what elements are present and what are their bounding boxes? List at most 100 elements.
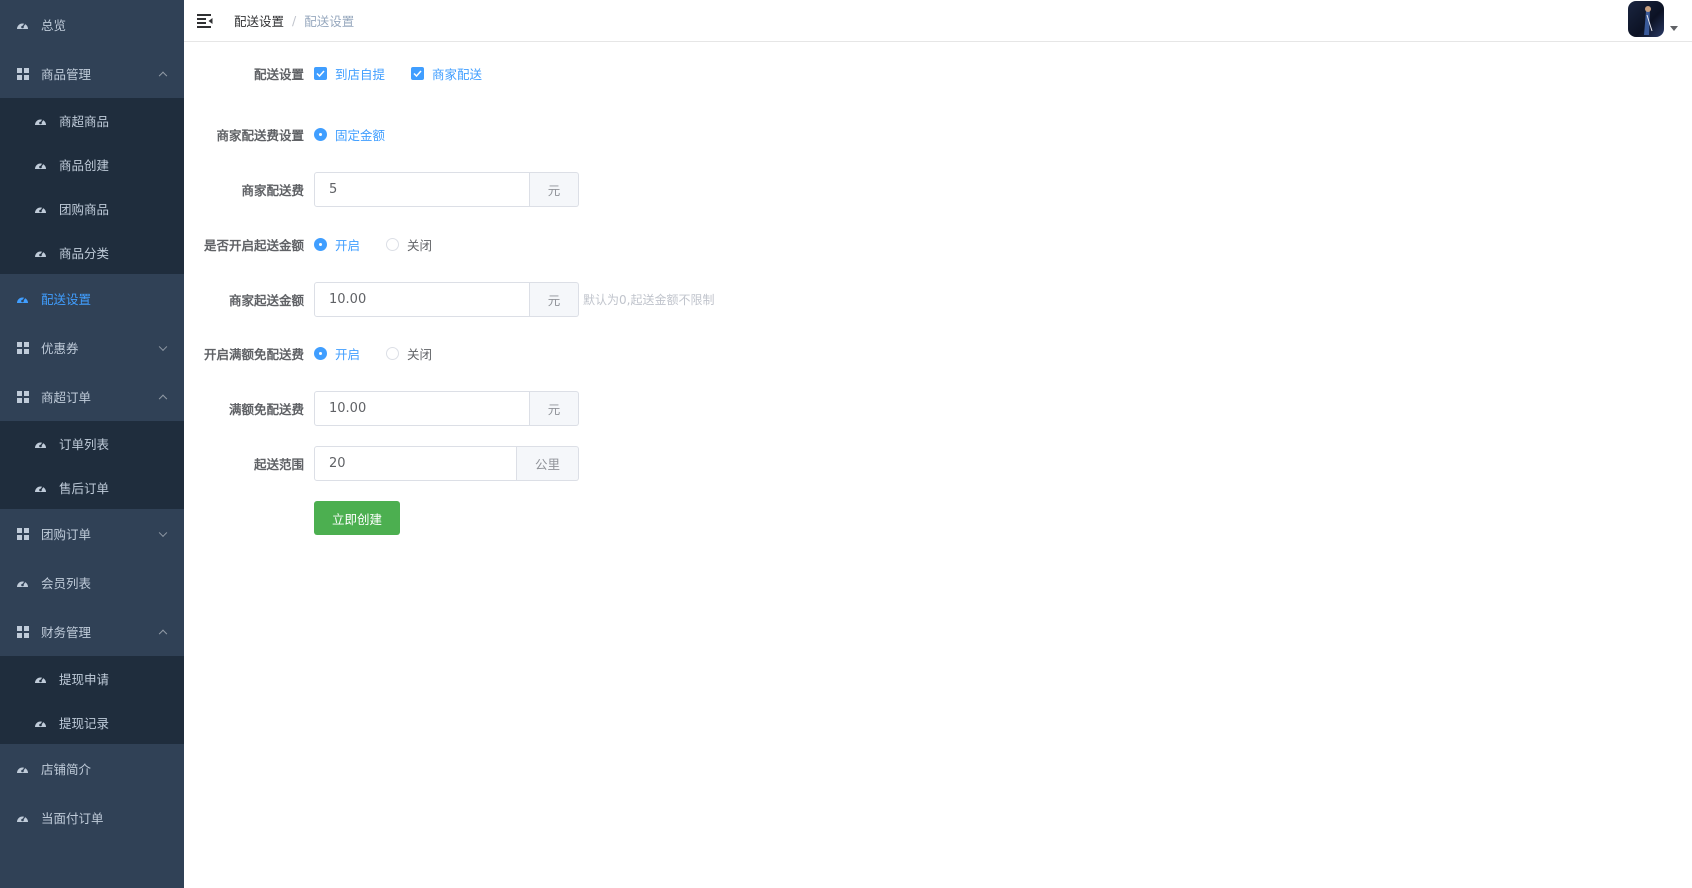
range-input[interactable] (314, 446, 517, 481)
grid-icon (16, 67, 29, 80)
radio-min-on[interactable]: 开启 (314, 235, 360, 254)
check-icon (314, 66, 327, 80)
dashboard-icon (34, 114, 47, 127)
radio-free-on[interactable]: 开启 (314, 344, 360, 363)
radio-dot (314, 346, 327, 360)
sidebar-item-group-orders[interactable]: 团购订单 (0, 509, 184, 558)
radio-fixed-amount[interactable]: 固定金额 (314, 125, 385, 144)
delivery-fee-input[interactable] (314, 172, 530, 207)
sidebar-item-order-list[interactable]: 订单列表 (0, 421, 184, 465)
sidebar-item-overview[interactable]: 总览 (0, 0, 184, 49)
radio-free-off[interactable]: 关闭 (386, 344, 432, 363)
input-unit: 元 (530, 172, 579, 207)
dashboard-icon (34, 672, 47, 685)
sidebar-item-after-sale[interactable]: 售后订单 (0, 465, 184, 509)
sidebar-item-shop-intro[interactable]: 店铺简介 (0, 744, 184, 793)
checkbox-label: 到店自提 (335, 66, 386, 82)
sidebar-item-goods[interactable]: 商品管理 (0, 49, 184, 98)
sidebar-item-label: 总览 (41, 18, 67, 33)
dashboard-icon (34, 246, 47, 259)
chevron-up-icon (158, 629, 168, 638)
grid-icon (16, 625, 29, 638)
breadcrumb-current: 配送设置 (304, 14, 355, 29)
grid-icon (16, 527, 29, 540)
radio-label: 开启 (335, 346, 361, 362)
sidebar-item-label: 提现申请 (59, 671, 110, 687)
sidebar-item-label: 会员列表 (41, 576, 92, 591)
radio-dot (386, 237, 400, 251)
radio-dot (314, 237, 327, 251)
navbar: 配送设置 / 配送设置 (184, 0, 1692, 42)
sidebar-item-withdraw-records[interactable]: 提现记录 (0, 700, 184, 744)
sidebar-item-label: 商超订单 (41, 390, 92, 405)
sidebar-item-label: 财务管理 (41, 625, 92, 640)
radio-min-off[interactable]: 关闭 (386, 235, 432, 254)
sidebar-item-group-goods[interactable]: 团购商品 (0, 186, 184, 230)
sidebar-item-label: 售后订单 (59, 480, 110, 496)
check-icon (411, 66, 425, 80)
field-label: 商家配送费设置 (216, 127, 304, 143)
submenu-goods: 商超商品 商品创建 团购商品 商品分类 (0, 98, 184, 274)
field-hint: 默认为0,起送金额不限制 (583, 293, 715, 307)
sidebar-item-face-pay[interactable]: 当面付订单 (0, 793, 184, 842)
sidebar-item-label: 商品创建 (59, 157, 110, 173)
breadcrumb: 配送设置 / 配送设置 (234, 11, 354, 30)
menu-fold-icon[interactable] (197, 13, 214, 28)
input-unit: 公里 (517, 446, 579, 481)
breadcrumb-item[interactable]: 配送设置 (234, 11, 284, 30)
fee-input-group: 元 (314, 172, 579, 207)
grid-icon (16, 390, 29, 403)
field-label: 起送范围 (253, 457, 304, 472)
free-amount-input[interactable] (314, 391, 530, 426)
min-amount-input-group: 元 (314, 282, 579, 317)
sidebar-item-members[interactable]: 会员列表 (0, 558, 184, 607)
chevron-down-icon (158, 342, 168, 351)
sidebar: 总览 商品管理 商超商品 商品创建 团购商品 商品分类 配送设置 优惠券 商超订… (0, 0, 184, 888)
checkbox-self-pickup[interactable]: 到店自提 (314, 64, 385, 83)
radio-label: 固定金额 (335, 127, 386, 143)
dashboard-icon (34, 437, 47, 450)
checkbox-merchant-delivery[interactable]: 商家配送 (411, 64, 482, 83)
form-row-free-switch: 开启满额免配送费 开启 关闭 (184, 343, 458, 363)
field-label: 配送设置 (253, 66, 304, 82)
breadcrumb-separator: / (292, 13, 297, 28)
checkbox-label: 商家配送 (432, 66, 483, 82)
dashboard-icon (34, 158, 47, 171)
avatar[interactable] (1628, 1, 1664, 37)
sidebar-item-label: 商超商品 (59, 113, 110, 129)
chevron-down-icon (158, 528, 168, 537)
field-label: 开启满额免配送费 (203, 346, 304, 362)
dashboard-icon (34, 481, 47, 494)
sidebar-item-label: 团购商品 (59, 201, 110, 217)
caret-down-icon[interactable] (1670, 26, 1678, 31)
sidebar-item-label: 配送设置 (41, 292, 92, 307)
sidebar-item-goods-category[interactable]: 商品分类 (0, 230, 184, 274)
range-input-group: 公里 (314, 446, 579, 481)
sidebar-item-label: 当面付订单 (41, 811, 104, 826)
form-row-delivery-mode: 配送设置 到店自提 商家配送 (184, 63, 508, 83)
form-row-free-amount: 满额免配送费 元 (184, 391, 579, 426)
sidebar-item-label: 优惠券 (41, 341, 79, 356)
submit-button[interactable]: 立即创建 (314, 501, 400, 535)
form-row-fee-type: 商家配送费设置 固定金额 (184, 124, 411, 144)
sidebar-item-mall-orders[interactable]: 商超订单 (0, 372, 184, 421)
chevron-up-icon (158, 394, 168, 403)
sidebar-item-goods-create[interactable]: 商品创建 (0, 142, 184, 186)
form-row-min-switch: 是否开启起送金额 开启 关闭 (184, 234, 458, 254)
radio-label: 关闭 (407, 346, 433, 362)
radio-label: 关闭 (407, 237, 433, 253)
sidebar-item-delivery[interactable]: 配送设置 (0, 274, 184, 323)
sidebar-item-label: 商品管理 (41, 67, 92, 82)
field-label: 是否开启起送金额 (203, 237, 304, 253)
sidebar-item-label: 团购订单 (41, 527, 92, 542)
dashboard-icon (16, 18, 29, 31)
min-amount-input[interactable] (314, 282, 530, 317)
form-row-min-amount: 商家起送金额 元 默认为0,起送金额不限制 (184, 282, 714, 317)
radio-label: 开启 (335, 237, 361, 253)
sidebar-item-mall-goods[interactable]: 商超商品 (0, 98, 184, 142)
form-row-range: 起送范围 公里 (184, 446, 579, 481)
sidebar-item-finance[interactable]: 财务管理 (0, 607, 184, 656)
sidebar-item-coupon[interactable]: 优惠券 (0, 323, 184, 372)
sidebar-item-withdraw-apply[interactable]: 提现申请 (0, 656, 184, 700)
submenu-mall-orders: 订单列表 售后订单 (0, 421, 184, 509)
